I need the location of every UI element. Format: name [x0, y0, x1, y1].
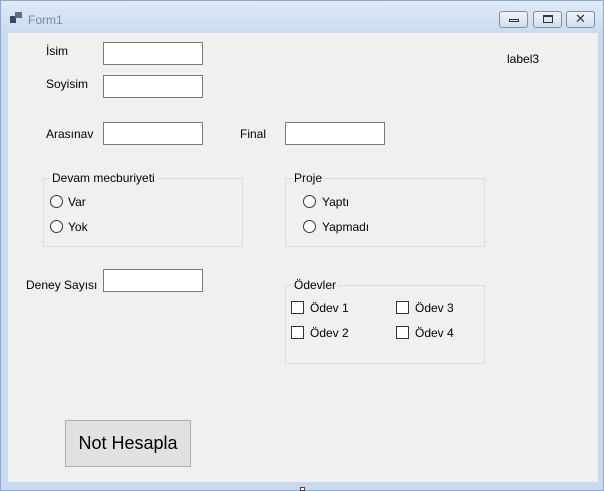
- deney-label: Deney Sayısı: [26, 278, 98, 292]
- yapmadi-radio[interactable]: [303, 220, 316, 233]
- app-icon: [10, 12, 22, 24]
- resize-grip-icon[interactable]: [300, 487, 305, 491]
- form-client-area: İsim Soyisim Arasınav Final label3 Devam…: [8, 33, 598, 482]
- odevler-group-title: Ödevler: [292, 278, 339, 292]
- deney-input[interactable]: [103, 269, 203, 292]
- arasinav-input[interactable]: [103, 122, 203, 145]
- maximize-button[interactable]: [533, 11, 562, 28]
- yok-radio-label[interactable]: Yok: [68, 220, 88, 234]
- isim-input[interactable]: [103, 42, 203, 65]
- minimize-icon: [509, 19, 519, 22]
- odev3-checkbox[interactable]: [396, 301, 409, 314]
- window-title: Form1: [28, 13, 63, 27]
- yok-radio[interactable]: [50, 220, 63, 233]
- close-button[interactable]: ✕: [566, 11, 595, 28]
- title-bar[interactable]: Form1 ✕: [1, 1, 603, 33]
- odevler-groupbox: Ödevler Ödev 1 Ödev 2 Ödev 3 Ödev 4: [285, 278, 485, 364]
- yapti-radio-label[interactable]: Yaptı: [322, 195, 349, 209]
- isim-label: İsim: [46, 44, 68, 58]
- maximize-icon: [543, 15, 553, 23]
- devam-group-title: Devam mecburiyeti: [50, 171, 157, 185]
- devam-groupbox: Devam mecburiyeti Var Yok: [43, 171, 243, 247]
- odev2-checkbox[interactable]: [291, 326, 304, 339]
- odev4-label[interactable]: Ödev 4: [415, 326, 454, 340]
- close-icon: ✕: [575, 11, 586, 26]
- soyisim-input[interactable]: [103, 75, 203, 98]
- proje-groupbox: Proje Yaptı Yapmadı: [285, 171, 485, 247]
- odev1-checkbox[interactable]: [291, 301, 304, 314]
- final-label: Final: [240, 127, 267, 141]
- var-radio-label[interactable]: Var: [68, 195, 86, 209]
- arasinav-label: Arasınav: [46, 127, 94, 141]
- odev3-label[interactable]: Ödev 3: [415, 301, 454, 315]
- proje-group-title: Proje: [292, 171, 325, 185]
- label3: label3: [507, 52, 540, 66]
- yapmadi-radio-label[interactable]: Yapmadı: [322, 220, 369, 234]
- minimize-button[interactable]: [499, 11, 528, 28]
- odev1-label[interactable]: Ödev 1: [310, 301, 349, 315]
- form-window: Form1 ✕ İsim Soyisim Arasınav Final labe…: [0, 0, 604, 491]
- yapti-radio[interactable]: [303, 195, 316, 208]
- not-hesapla-button[interactable]: Not Hesapla: [65, 420, 191, 467]
- var-radio[interactable]: [50, 195, 63, 208]
- soyisim-label: Soyisim: [46, 77, 89, 91]
- odev2-label[interactable]: Ödev 2: [310, 326, 349, 340]
- final-input[interactable]: [285, 122, 385, 145]
- odev4-checkbox[interactable]: [396, 326, 409, 339]
